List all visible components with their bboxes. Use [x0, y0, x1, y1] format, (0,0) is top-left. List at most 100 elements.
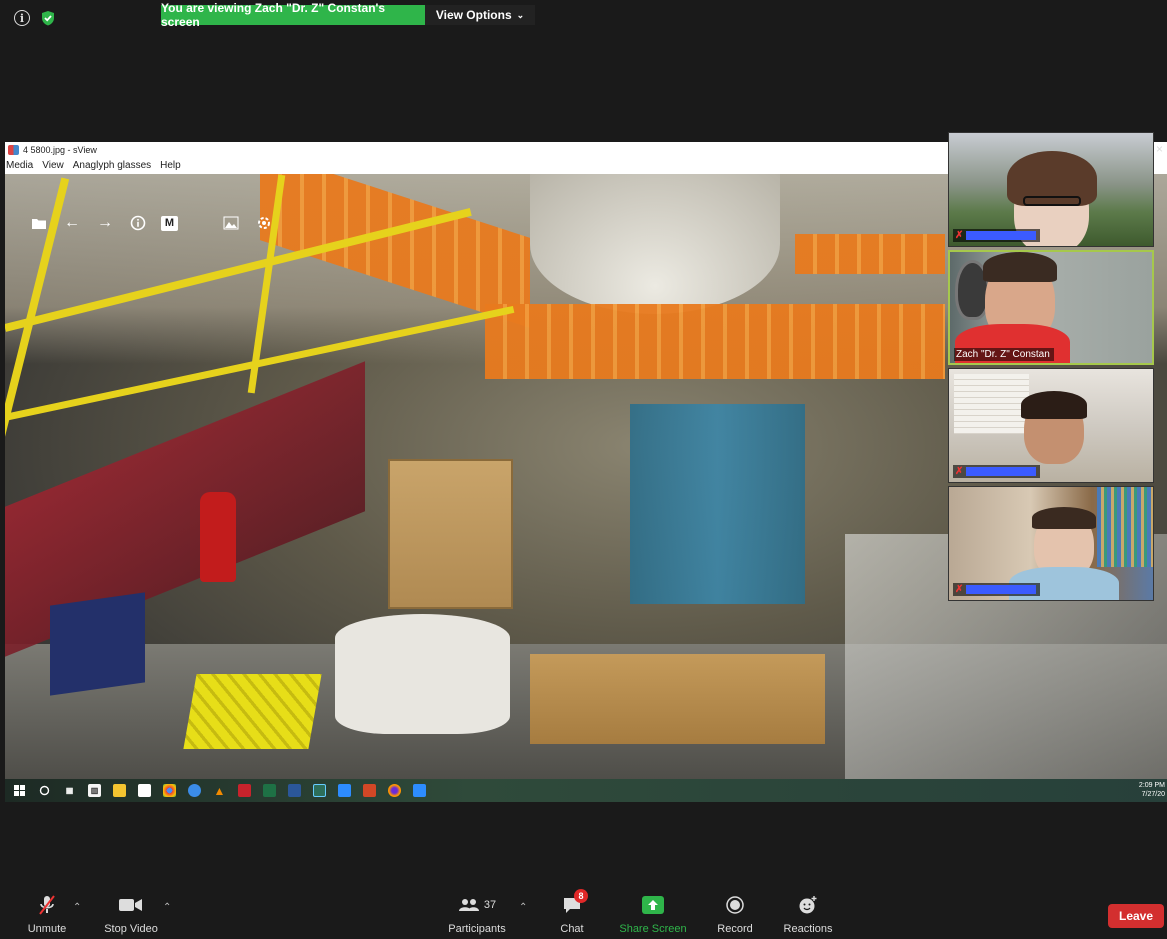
mail-icon[interactable]	[138, 784, 151, 797]
view-options-button[interactable]: View Options ⌄	[425, 5, 535, 25]
menu-view[interactable]: View	[42, 160, 64, 171]
unmute-button[interactable]: Unmute	[24, 879, 70, 939]
scene-fire-extinguisher	[200, 492, 236, 582]
view-options-label: View Options	[435, 8, 512, 22]
participant-tile[interactable]: ✗	[948, 132, 1154, 247]
menu-media[interactable]: Media	[6, 160, 33, 171]
video-camera-icon	[119, 893, 143, 917]
participants-count: 37	[483, 899, 497, 911]
m-button[interactable]: M	[161, 215, 178, 231]
arrow-left-icon[interactable]: ←	[62, 214, 82, 232]
sview-toolbar: ← → M	[29, 214, 274, 232]
participant-name-tag: Zach "Dr. Z" Constan	[954, 348, 1054, 361]
scene-wooden-step	[530, 654, 825, 744]
word-icon[interactable]	[288, 784, 301, 797]
chevron-down-icon: ⌄	[516, 9, 525, 20]
record-button[interactable]: Record	[714, 879, 756, 939]
stop-video-button[interactable]: Stop Video	[100, 879, 162, 939]
participant-glasses	[1023, 196, 1081, 206]
record-label: Record	[717, 923, 753, 935]
redacted-name	[966, 467, 1037, 476]
participant-name-tag: ✗	[953, 465, 1041, 478]
participants-label: Participants	[448, 923, 506, 935]
image-icon[interactable]	[221, 214, 241, 232]
unmute-label: Unmute	[27, 923, 67, 935]
zoom-meeting-window: i You are viewing Zach "Dr. Z" Constan's…	[0, 0, 1167, 939]
scene-blue-bin	[50, 592, 145, 696]
taskbar-time: 2:09 PM	[1138, 782, 1165, 789]
taskbar-clock: 2:09 PM 7/27/20	[1139, 781, 1165, 799]
scene-orange-railing	[795, 234, 945, 274]
participant-hair	[1021, 391, 1087, 419]
sview-titlebar: 4 5800.jpg - sView	[5, 142, 945, 157]
participants-button[interactable]: 37 Participants	[446, 879, 508, 939]
stop-video-label: Stop Video	[104, 923, 158, 935]
search-icon[interactable]	[38, 784, 51, 797]
firefox-icon[interactable]	[388, 784, 401, 797]
scene-wooden-crate	[388, 459, 513, 609]
participant-hair	[983, 252, 1057, 282]
powerpoint-icon[interactable]	[363, 784, 376, 797]
zoom-taskbar-icon[interactable]	[338, 784, 351, 797]
file-explorer-icon[interactable]	[113, 784, 126, 797]
info-circle-icon[interactable]	[128, 214, 148, 232]
participant-tile[interactable]: ✗	[948, 486, 1154, 601]
windows-start-icon[interactable]	[13, 784, 26, 797]
excel-icon[interactable]	[263, 784, 276, 797]
participant-name: Zach "Dr. Z" Constan	[956, 349, 1050, 360]
menu-anaglyph-glasses[interactable]: Anaglyph glasses	[73, 160, 151, 171]
muted-mic-icon	[37, 893, 57, 917]
windows-taskbar: ▦ ▥ ▲ 2:09 PM 7/27/20	[5, 779, 1167, 802]
menu-help[interactable]: Help	[160, 160, 181, 171]
sview-app-icon	[8, 144, 19, 155]
smiley-plus-icon	[798, 893, 818, 917]
vlc-icon[interactable]: ▲	[213, 784, 226, 798]
scene-dome	[530, 174, 780, 314]
meeting-controls-bar: Unmute ⌃ Stop Video ⌃ 37 Participants ⌃ …	[0, 879, 1167, 939]
participant-tile[interactable]: ✗	[948, 368, 1154, 483]
participant-tile-active[interactable]: Zach "Dr. Z" Constan	[948, 250, 1154, 365]
store-icon[interactable]: ▥	[88, 784, 101, 797]
leave-button[interactable]: Leave	[1108, 904, 1164, 928]
scene-white-platform	[335, 614, 510, 734]
chat-label: Chat	[560, 923, 584, 935]
muted-mic-icon: ✗	[955, 584, 964, 595]
participants-icon: 37	[458, 893, 496, 917]
top-left-icons: i	[14, 10, 56, 26]
chat-button[interactable]: 8 Chat	[553, 879, 591, 939]
task-view-icon[interactable]: ▦	[63, 784, 76, 797]
scene-electronics-racks	[630, 404, 805, 604]
shield-icon[interactable]	[40, 10, 56, 26]
scene-yellow-mat	[183, 674, 322, 749]
close-icon[interactable]: ×	[1156, 142, 1163, 156]
record-icon	[726, 893, 744, 917]
muted-mic-icon: ✗	[955, 230, 964, 241]
chrome-icon[interactable]	[163, 784, 176, 797]
taskbar-date: 7/27/20	[1141, 791, 1165, 798]
video-gallery: ✗ Zach "Dr. Z" Constan ✗ ✗	[948, 132, 1156, 604]
share-screen-button[interactable]: Share Screen	[619, 879, 687, 939]
participant-hair	[1032, 507, 1096, 529]
reactions-button[interactable]: Reactions	[782, 879, 834, 939]
audio-options-caret-icon[interactable]: ⌃	[73, 902, 81, 913]
acrobat-icon[interactable]	[238, 784, 251, 797]
info-icon[interactable]: i	[14, 10, 30, 26]
edge-icon[interactable]	[188, 784, 201, 797]
reactions-label: Reactions	[783, 923, 833, 935]
video-options-caret-icon[interactable]: ⌃	[163, 902, 171, 913]
sview-taskbar-icon[interactable]	[313, 784, 326, 797]
participant-name-tag: ✗	[953, 583, 1041, 596]
arrow-right-icon[interactable]: →	[95, 214, 115, 232]
settings-icon[interactable]	[254, 214, 274, 232]
chat-unread-badge: 8	[574, 889, 588, 903]
muted-mic-icon: ✗	[955, 466, 964, 477]
participant-name-tag: ✗	[953, 229, 1041, 242]
redacted-name	[966, 585, 1037, 594]
redacted-name	[966, 231, 1037, 240]
zoom-taskbar-icon-2[interactable]	[413, 784, 426, 797]
chat-bubble-icon: 8	[562, 889, 588, 917]
folder-icon[interactable]	[29, 214, 49, 232]
participants-options-caret-icon[interactable]: ⌃	[519, 902, 527, 913]
viewing-screen-banner: You are viewing Zach "Dr. Z" Constan's s…	[161, 1, 425, 29]
share-screen-icon	[642, 893, 664, 917]
